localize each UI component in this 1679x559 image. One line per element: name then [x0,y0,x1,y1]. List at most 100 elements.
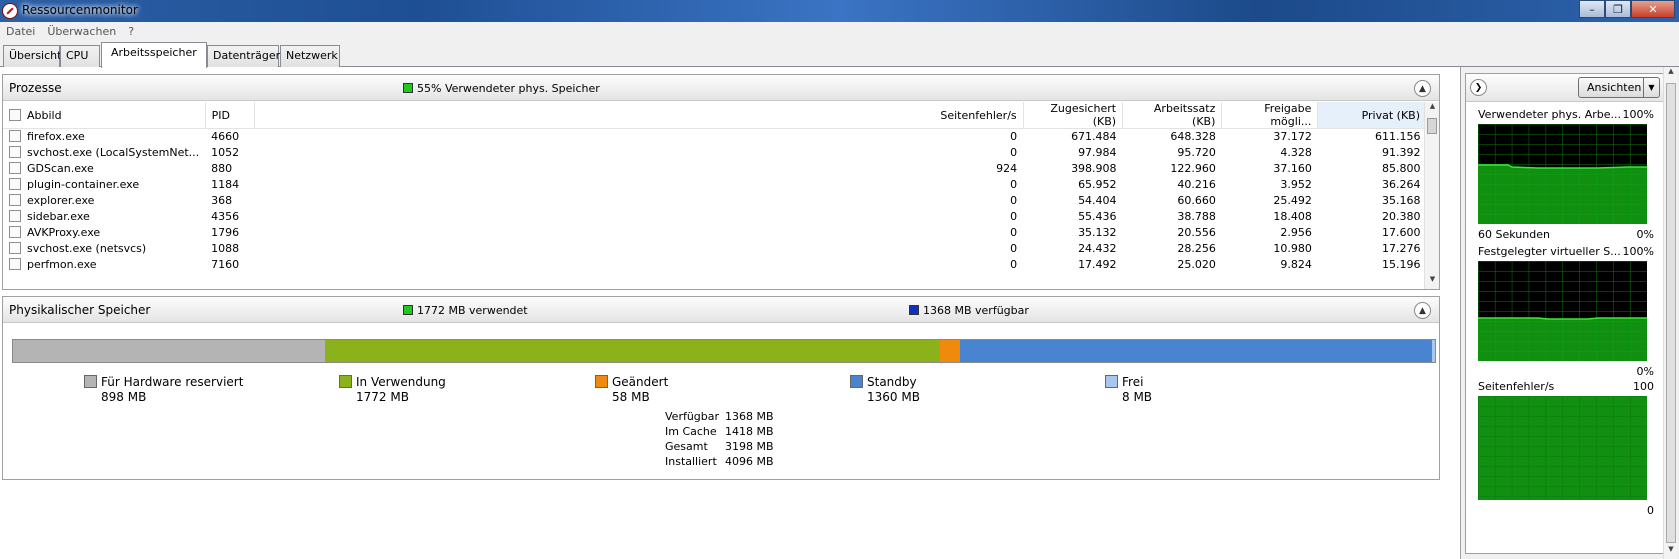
maximize-button[interactable]: ❐ [1605,0,1631,18]
process-row[interactable]: AVKProxy.exe 1796 0 35.132 20.556 2.956 17.600 [3,225,1427,241]
close-button[interactable]: ✕ [1631,0,1675,18]
minimize-button[interactable]: – [1579,0,1605,18]
process-cell: 1052 [211,146,240,159]
legend-label: Für Hardware reserviert [101,375,244,389]
process-cell: 38.788 [1177,210,1216,223]
used-legend: 1772 MB verwendet [403,304,528,317]
memory-stats: Verfügbar 1368 MB Im Cache 1418 MB Gesamt 3… [665,409,780,469]
scroll-down-icon[interactable]: ▼ [1425,275,1440,289]
stat-row: Im Cache 1418 MB [665,424,780,439]
process-cell: 671.484 [1071,130,1117,144]
menu-ueberwachen[interactable]: Überwachen [47,25,116,38]
stat-value: 4096 MB [725,455,774,468]
memory-bar-segment [1432,340,1435,362]
tab-cpu[interactable]: CPU [60,45,100,67]
scroll-up-icon[interactable]: ▲ [1664,67,1678,81]
select-all-checkbox[interactable] [9,108,21,121]
process-cell: 648.328 [1170,130,1216,144]
process-row[interactable]: svchost.exe (LocalSystemNet... 1052 0 97.98… [3,145,1427,161]
physical-memory-header[interactable]: Physikalischer Speicher 1772 MB verwende… [3,297,1439,323]
legend-value: 1360 MB [867,390,920,404]
process-name: svchost.exe (netsvcs) [27,242,147,255]
process-cell: 0 [1010,226,1018,239]
column-zugesichert[interactable]: Zugesichert (KB) [1023,102,1124,129]
process-cell: 7160 [211,258,240,271]
process-row[interactable]: explorer.exe 368 0 54.404 60.660 25.492 35.168 [3,193,1427,209]
available-legend-text: 1368 MB verfügbar [923,304,1029,317]
process-cell: 0 [1010,258,1018,271]
process-row[interactable]: firefox.exe 4660 0 671.484 648.328 37.172 611.… [3,129,1427,145]
process-checkbox[interactable] [9,226,21,238]
graph-max: 100% [1622,245,1654,258]
process-row[interactable]: plugin-container.exe 1184 0 65.952 40.216 3.9… [3,177,1427,193]
process-checkbox[interactable] [9,258,21,270]
legend-swatch [850,375,863,388]
process-cell: 880 [211,162,233,175]
process-cell: 28.256 [1177,242,1216,255]
process-row[interactable]: svchost.exe (netsvcs) 1088 0 24.432 28.256 10… [3,241,1427,257]
process-cell: 17.492 [1078,258,1117,271]
column-privat[interactable]: Privat (KB) [1317,102,1427,129]
process-checkbox[interactable] [9,242,21,254]
process-cell: 91.392 [1382,146,1421,159]
process-name-cell: perfmon.exe [3,257,205,273]
column-seitenfehler[interactable]: Seitenfehler/s [254,102,1024,129]
process-cell: 368 [211,194,233,207]
chevron-down-icon[interactable]: ▼ [1643,78,1659,97]
process-checkbox[interactable] [9,210,21,222]
expand-arrow-icon[interactable]: ❯ [1470,79,1487,96]
available-legend: 1368 MB verfügbar [909,304,1029,317]
processes-header[interactable]: Prozesse 55% Verwendeter phys. Speicher … [3,75,1439,101]
tab-netzwerk[interactable]: Netzwerk [280,45,340,67]
side-panel-scrollbar[interactable]: ▲ ▼ [1663,67,1677,559]
stat-label: Verfügbar [665,410,720,423]
process-checkbox[interactable] [9,146,21,158]
virtual-memory-graph [1478,261,1647,361]
process-row[interactable]: GDScan.exe 880 924 398.908 122.960 37.160 85.8… [3,161,1427,177]
virtual-memory-graph-svg [1478,261,1647,361]
collapse-icon[interactable]: ▲ [1414,302,1431,319]
process-checkbox[interactable] [9,194,21,206]
memory-bar [12,339,1436,363]
collapse-icon[interactable]: ▲ [1414,80,1431,97]
scroll-down-icon[interactable]: ▼ [1664,545,1678,559]
graph-min: 0% [1636,365,1654,378]
process-checkbox[interactable] [9,178,21,190]
process-cell: 0 [1010,146,1018,159]
process-cell: 0 [1010,242,1018,255]
legend-label: Geändert [612,375,669,389]
process-row[interactable]: sidebar.exe 4356 0 55.436 38.788 18.408 20.380 [3,209,1427,225]
scrollbar-thumb[interactable] [1427,118,1437,134]
process-scrollbar[interactable]: ▲ ▼ [1424,102,1439,289]
scrollbar-thumb[interactable] [1666,83,1676,543]
memory-bar-segment [939,340,961,362]
window-title: Ressourcenmonitor [22,3,138,17]
scroll-up-icon[interactable]: ▲ [1425,102,1440,116]
page-faults-graph-svg [1478,396,1647,500]
tab-arbeitsspeicher[interactable]: Arbeitsspeicher [101,42,207,68]
tab-datentraeger[interactable]: Datenträger [207,45,280,67]
tab-bar: Übersicht CPU Arbeitsspeicher Datenträge… [0,41,1679,68]
stat-row: Installiert 4096 MB [665,454,780,469]
tab-uebersicht[interactable]: Übersicht [3,45,61,67]
stat-label: Gesamt [665,440,708,453]
process-cell: 20.556 [1177,226,1216,239]
process-name-cell: explorer.exe [3,193,205,209]
process-row[interactable]: perfmon.exe 7160 0 17.492 25.020 9.824 15.196 [3,257,1427,273]
menu-datei[interactable]: Datei [6,25,35,38]
column-freigabe[interactable]: Freigabe mögli... [1221,102,1319,129]
processes-title: Prozesse [9,81,62,95]
views-button[interactable]: Ansichten ▼ [1578,77,1660,98]
process-cell: 40.216 [1177,178,1216,191]
process-cell: 54.404 [1078,194,1117,207]
process-checkbox[interactable] [9,162,21,174]
column-abbild[interactable]: Abbild [3,102,206,129]
process-cell: 0 [1010,178,1018,191]
graph-min: 0 [1647,504,1654,517]
legend-value: 1772 MB [356,390,409,404]
process-cell: 10.980 [1273,242,1312,255]
column-arbeitssatz[interactable]: Arbeitssatz (KB) [1122,102,1223,129]
column-pid[interactable]: PID [205,102,256,129]
process-checkbox[interactable] [9,130,21,143]
menu-help[interactable]: ? [128,25,134,38]
